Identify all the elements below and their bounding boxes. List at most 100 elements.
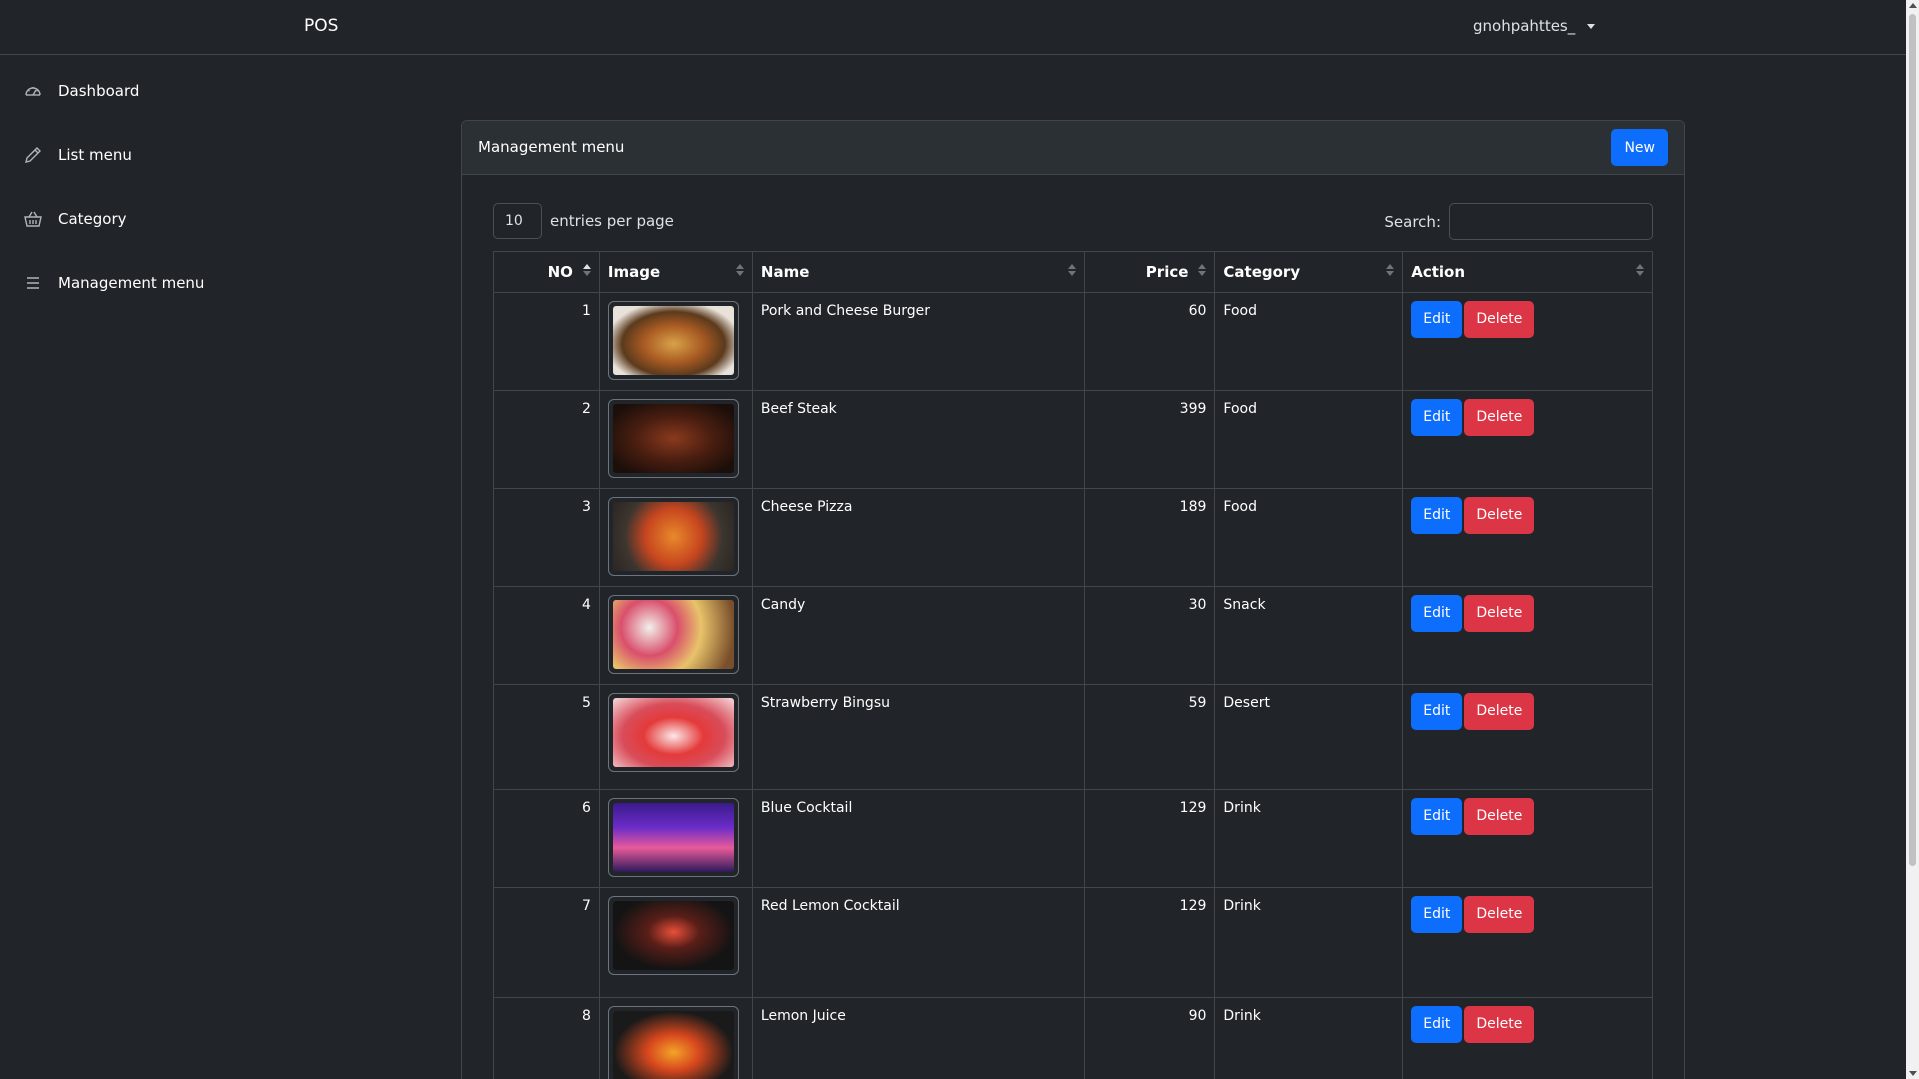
item-price: 90: [1188, 1008, 1207, 1024]
sidebar-item-list-menu[interactable]: List menu: [22, 144, 132, 166]
edit-button[interactable]: Edit: [1411, 896, 1463, 933]
column-header-category[interactable]: Category: [1214, 251, 1404, 293]
page-scrollbar[interactable]: [1906, 0, 1919, 1079]
edit-button[interactable]: Edit: [1411, 399, 1463, 436]
table-row: 4 Candy 30 Snack Edit Delete: [493, 586, 1653, 685]
cell-price: 60: [1083, 292, 1216, 391]
cell-image: [598, 488, 753, 587]
speedometer-icon: [22, 80, 44, 102]
item-category: Drink: [1223, 898, 1261, 914]
cell-name: Red Lemon Cocktail: [751, 887, 1085, 998]
entries-label: entries per page: [550, 212, 674, 230]
item-price: 59: [1188, 695, 1207, 711]
scroll-up-icon[interactable]: [1909, 3, 1917, 8]
column-header-image[interactable]: Image: [598, 251, 753, 293]
column-header-action[interactable]: Action: [1402, 251, 1653, 293]
table-header-row: NO Image Name Price Category Action: [493, 251, 1653, 293]
item-price: 30: [1188, 597, 1207, 613]
edit-button[interactable]: Edit: [1411, 301, 1463, 338]
delete-button[interactable]: Delete: [1464, 693, 1535, 730]
edit-button[interactable]: Edit: [1411, 1006, 1463, 1043]
sidebar-item-category[interactable]: Category: [22, 208, 127, 230]
search-input[interactable]: [1449, 203, 1653, 240]
column-header-no[interactable]: NO: [493, 251, 600, 293]
new-button[interactable]: New: [1611, 129, 1668, 166]
entries-per-page-select[interactable]: 10: [493, 203, 542, 239]
cell-no: 5: [493, 684, 600, 790]
sidebar-item-dashboard[interactable]: Dashboard: [22, 80, 139, 102]
item-price: 129: [1179, 898, 1207, 914]
menu-item-thumbnail: [607, 798, 739, 877]
edit-button[interactable]: Edit: [1411, 798, 1463, 835]
card-title: Management menu: [478, 138, 625, 156]
table-row: 3 Cheese Pizza 189 Food Edit Delete: [493, 488, 1653, 587]
cell-price: 59: [1083, 684, 1216, 790]
cell-name: Candy: [751, 586, 1085, 685]
top-navbar: POS gnohpahttes_: [0, 0, 1906, 55]
item-name: Beef Steak: [760, 401, 837, 417]
cell-action: Edit Delete: [1402, 997, 1653, 1079]
cell-category: Drink: [1214, 887, 1404, 998]
cell-category: Drink: [1214, 789, 1404, 888]
cell-action: Edit Delete: [1402, 390, 1653, 489]
caret-down-icon: [1587, 23, 1596, 29]
cell-name: Cheese Pizza: [751, 488, 1085, 587]
item-price: 60: [1188, 303, 1207, 319]
menu-item-thumbnail: [607, 301, 739, 380]
cell-category: Drink: [1214, 997, 1404, 1079]
table-row: 1 Pork and Cheese Burger 60 Food Edit Del…: [493, 292, 1653, 391]
column-header-price[interactable]: Price: [1083, 251, 1216, 293]
sidebar-item-management-menu[interactable]: Management menu: [22, 272, 204, 294]
burger-photo: [612, 306, 734, 375]
cell-image: [598, 292, 753, 391]
cell-image: [598, 390, 753, 489]
table-row: 2 Beef Steak 399 Food Edit Delete: [493, 390, 1653, 489]
delete-button[interactable]: Delete: [1464, 896, 1535, 933]
brand-logo[interactable]: POS: [304, 16, 338, 36]
item-category: Desert: [1223, 695, 1270, 711]
menu-item-thumbnail: [607, 399, 739, 478]
sidebar-item-label: Dashboard: [58, 82, 140, 100]
column-header-name[interactable]: Name: [751, 251, 1085, 293]
item-category: Food: [1223, 303, 1257, 319]
delete-button[interactable]: Delete: [1464, 399, 1535, 436]
user-dropdown[interactable]: gnohpahttes_: [1473, 17, 1596, 35]
delete-button[interactable]: Delete: [1464, 1006, 1535, 1043]
delete-button[interactable]: Delete: [1464, 497, 1535, 534]
edit-button[interactable]: Edit: [1411, 595, 1463, 632]
item-name: Cheese Pizza: [760, 499, 853, 515]
cell-action: Edit Delete: [1402, 684, 1653, 790]
delete-button[interactable]: Delete: [1464, 798, 1535, 835]
header-label: Name: [760, 263, 810, 281]
item-name: Red Lemon Cocktail: [760, 898, 900, 914]
search-label: Search:: [1384, 212, 1441, 231]
edit-button[interactable]: Edit: [1411, 693, 1463, 730]
item-name: Blue Cocktail: [760, 800, 853, 816]
bingsu-photo: [612, 698, 734, 767]
cell-no: 6: [493, 789, 600, 888]
menu-item-thumbnail: [607, 896, 739, 975]
pizza-photo: [612, 502, 734, 571]
cell-name: Lemon Juice: [751, 997, 1085, 1079]
edit-button[interactable]: Edit: [1411, 497, 1463, 534]
cell-action: Edit Delete: [1402, 292, 1653, 391]
menu-item-thumbnail: [607, 1006, 739, 1079]
menu-item-thumbnail: [607, 497, 739, 576]
item-category: Drink: [1223, 800, 1261, 816]
scrollbar-thumb[interactable]: [1909, 14, 1916, 866]
cell-no: 4: [493, 586, 600, 685]
cell-action: Edit Delete: [1402, 586, 1653, 685]
delete-button[interactable]: Delete: [1464, 595, 1535, 632]
row-number: 2: [582, 401, 591, 417]
header-label: Category: [1223, 263, 1301, 281]
delete-button[interactable]: Delete: [1464, 301, 1535, 338]
scroll-down-icon[interactable]: [1909, 1071, 1917, 1076]
cell-no: 2: [493, 390, 600, 489]
sort-icon: [1636, 264, 1644, 276]
user-name: gnohpahttes_: [1473, 17, 1576, 35]
row-number: 4: [582, 597, 591, 613]
header-label: Image: [607, 263, 661, 281]
row-number: 5: [582, 695, 591, 711]
item-name: Lemon Juice: [760, 1008, 846, 1024]
card-header: Management menu New: [462, 121, 1684, 175]
